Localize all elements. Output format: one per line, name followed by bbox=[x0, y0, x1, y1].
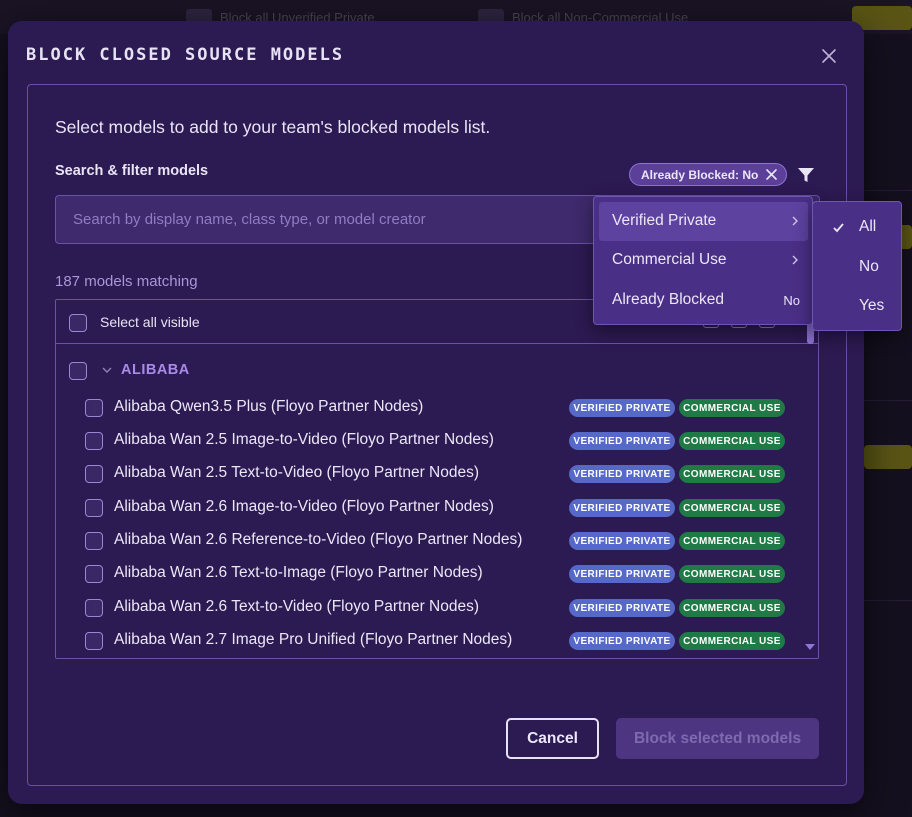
submenu-item-label: No bbox=[859, 258, 879, 275]
filter-chip-label: Already Blocked: No bbox=[641, 167, 759, 182]
chevron-right-icon bbox=[792, 216, 798, 226]
verified-private-badge: VERIFIED PRIVATE bbox=[569, 432, 675, 450]
model-name: Alibaba Wan 2.6 Image-to-Video (Floyo Pa… bbox=[114, 498, 494, 515]
list-item[interactable]: Alibaba Qwen3.5 Plus (Floyo Partner Node… bbox=[56, 392, 796, 425]
model-checkbox[interactable] bbox=[85, 632, 103, 650]
background-divider bbox=[864, 190, 912, 191]
model-name: Alibaba Wan 2.6 Reference-to-Video (Floy… bbox=[114, 531, 523, 548]
select-all-label: Select all visible bbox=[100, 314, 200, 330]
commercial-use-badge: COMMERCIAL USE bbox=[679, 432, 785, 450]
scrollbar[interactable] bbox=[800, 300, 818, 658]
submenu-item-label: All bbox=[859, 218, 877, 235]
model-checkbox[interactable] bbox=[85, 465, 103, 483]
group-row-alibaba[interactable]: ALIBABA bbox=[56, 344, 818, 384]
commercial-use-badge: COMMERCIAL USE bbox=[679, 499, 785, 517]
commercial-use-badge: COMMERCIAL USE bbox=[679, 465, 785, 483]
commercial-use-badge: COMMERCIAL USE bbox=[679, 565, 785, 583]
chevron-right-icon bbox=[792, 255, 798, 265]
background-divider bbox=[864, 600, 912, 601]
close-icon[interactable] bbox=[818, 45, 840, 67]
submenu-item-all[interactable]: All bbox=[813, 207, 901, 245]
submenu-item-label: Yes bbox=[859, 297, 885, 314]
group-checkbox[interactable] bbox=[69, 362, 87, 380]
verified-private-badge: VERIFIED PRIVATE bbox=[569, 599, 675, 617]
menu-item-value: No bbox=[783, 293, 800, 308]
cancel-button[interactable]: Cancel bbox=[506, 718, 599, 759]
verified-private-submenu: All No Yes bbox=[812, 201, 902, 331]
menu-item-commercial-use[interactable]: Commercial Use bbox=[599, 241, 808, 280]
model-name: Alibaba Wan 2.7 Image Pro Unified (Floyo… bbox=[114, 631, 513, 648]
verified-private-badge: VERIFIED PRIVATE bbox=[569, 565, 675, 583]
model-checkbox[interactable] bbox=[85, 532, 103, 550]
list-item[interactable]: Alibaba Wan 2.6 Image-to-Video (Floyo Pa… bbox=[56, 492, 796, 525]
submenu-item-no[interactable]: No bbox=[813, 247, 901, 285]
verified-private-badge: VERIFIED PRIVATE bbox=[569, 399, 675, 417]
chevron-down-icon[interactable] bbox=[101, 364, 113, 376]
model-checkbox[interactable] bbox=[85, 499, 103, 517]
menu-item-label: Verified Private bbox=[612, 212, 717, 229]
verified-private-badge: VERIFIED PRIVATE bbox=[569, 532, 675, 550]
background-badge bbox=[864, 445, 912, 469]
block-models-modal: BLOCK CLOSED SOURCE MODELS Select models… bbox=[8, 21, 864, 804]
modal-title: BLOCK CLOSED SOURCE MODELS bbox=[26, 45, 345, 65]
group-label: ALIBABA bbox=[121, 362, 190, 378]
intro-text: Select models to add to your team's bloc… bbox=[55, 117, 491, 137]
modal-body: Select models to add to your team's bloc… bbox=[27, 84, 847, 786]
verified-private-badge: VERIFIED PRIVATE bbox=[569, 499, 675, 517]
list-item[interactable]: Alibaba Wan 2.6 Text-to-Image (Floyo Par… bbox=[56, 558, 796, 591]
model-checkbox[interactable] bbox=[85, 599, 103, 617]
list-item[interactable]: Alibaba Wan 2.7 Image Pro Unified (Floyo… bbox=[56, 625, 796, 658]
select-all-checkbox[interactable] bbox=[69, 314, 87, 332]
model-checkbox[interactable] bbox=[85, 432, 103, 450]
commercial-use-badge: COMMERCIAL USE bbox=[679, 632, 785, 650]
menu-item-label: Commercial Use bbox=[612, 251, 727, 268]
list-item[interactable]: Alibaba Wan 2.6 Reference-to-Video (Floy… bbox=[56, 525, 796, 558]
filter-icon[interactable] bbox=[796, 165, 816, 185]
list-item[interactable]: Alibaba Wan 2.5 Image-to-Video (Floyo Pa… bbox=[56, 425, 796, 458]
check-icon bbox=[833, 223, 844, 233]
filter-chip-already-blocked[interactable]: Already Blocked: No bbox=[629, 163, 787, 186]
block-selected-button[interactable]: Block selected models bbox=[616, 718, 819, 759]
menu-item-already-blocked[interactable]: Already Blocked No bbox=[599, 281, 808, 320]
search-label: Search & filter models bbox=[55, 163, 209, 179]
verified-private-badge: VERIFIED PRIVATE bbox=[569, 465, 675, 483]
model-checkbox[interactable] bbox=[85, 565, 103, 583]
commercial-use-badge: COMMERCIAL USE bbox=[679, 532, 785, 550]
background-divider bbox=[864, 400, 912, 401]
model-list: Select all visible ALIBABA Alibaba Qwen3… bbox=[55, 299, 819, 659]
scroll-down-arrow-icon[interactable] bbox=[804, 642, 816, 652]
model-name: Alibaba Qwen3.5 Plus (Floyo Partner Node… bbox=[114, 398, 424, 415]
verified-private-badge: VERIFIED PRIVATE bbox=[569, 632, 675, 650]
match-count: 187 models matching bbox=[55, 273, 198, 290]
filter-menu: Verified Private Commercial Use Already … bbox=[593, 196, 813, 325]
model-name: Alibaba Wan 2.5 Text-to-Video (Floyo Par… bbox=[114, 464, 480, 481]
menu-item-label: Already Blocked bbox=[612, 291, 725, 308]
model-name: Alibaba Wan 2.5 Image-to-Video (Floyo Pa… bbox=[114, 431, 494, 448]
model-name: Alibaba Wan 2.6 Text-to-Video (Floyo Par… bbox=[114, 598, 480, 615]
list-item[interactable]: Alibaba Wan 2.6 Text-to-Video (Floyo Par… bbox=[56, 592, 796, 625]
close-icon[interactable] bbox=[765, 168, 778, 181]
list-item[interactable]: Alibaba Wan 2.5 Text-to-Video (Floyo Par… bbox=[56, 458, 796, 491]
model-name: Alibaba Wan 2.6 Text-to-Image (Floyo Par… bbox=[114, 564, 483, 581]
submenu-item-yes[interactable]: Yes bbox=[813, 286, 901, 324]
commercial-use-badge: COMMERCIAL USE bbox=[679, 599, 785, 617]
model-checkbox[interactable] bbox=[85, 399, 103, 417]
commercial-use-badge: COMMERCIAL USE bbox=[679, 399, 785, 417]
menu-item-verified-private[interactable]: Verified Private bbox=[599, 202, 808, 241]
